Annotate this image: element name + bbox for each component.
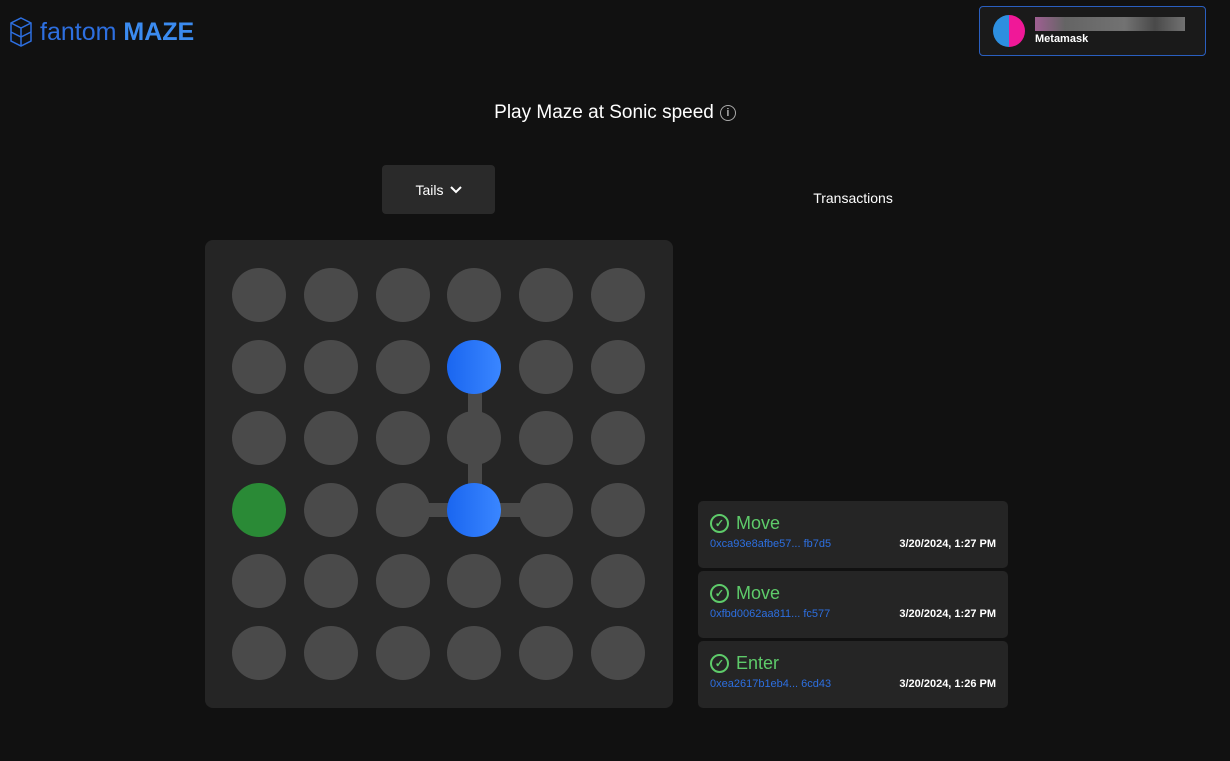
tx-hash-link[interactable]: 0xfbd0062aa811... fc577 (710, 608, 830, 620)
logo-text: fantom (40, 17, 117, 46)
maze-cell[interactable] (232, 554, 286, 609)
maze-board (205, 240, 673, 708)
maze-cell[interactable] (447, 482, 502, 537)
maze-cell[interactable] (303, 268, 358, 322)
page-title-text: Play Maze at Sonic speed (494, 102, 714, 123)
maze-cell[interactable] (303, 554, 358, 609)
transaction-item[interactable]: ✓ Move 0xfbd0062aa811... fc577 3/20/2024, … (698, 571, 1008, 638)
maze-cell[interactable] (375, 411, 430, 466)
maze-cell[interactable] (591, 339, 645, 394)
maze-cell[interactable] (447, 339, 502, 394)
logo-text-bold: MAZE (123, 17, 195, 46)
maze-cell[interactable] (447, 554, 502, 609)
logo[interactable]: fantom MAZE (8, 16, 194, 48)
maze-cell[interactable] (375, 626, 430, 680)
maze-cell[interactable] (303, 411, 358, 466)
maze-cell[interactable] (519, 626, 574, 680)
maze-cell[interactable] (591, 268, 645, 322)
maze-cell[interactable] (375, 268, 430, 322)
maze-cell[interactable] (232, 268, 286, 322)
fantom-cube-icon (10, 17, 32, 47)
chevron-down-icon (449, 185, 462, 193)
tx-type: Move (736, 583, 781, 603)
tx-type: Enter (736, 653, 780, 673)
transaction-item[interactable]: ✓ Move 0xca93e8afbe57... fb7d5 3/20/2024, … (698, 501, 1008, 568)
tx-type: Move (736, 513, 781, 533)
maze-cell[interactable] (375, 339, 430, 394)
tx-hash-link[interactable]: 0xea2617b1eb4... 6cd43 (710, 678, 831, 690)
maze-cell[interactable] (519, 482, 574, 537)
maze-cell[interactable] (303, 626, 358, 680)
tx-time: 3/20/2024, 1:27 PM (899, 538, 996, 550)
tx-time: 3/20/2024, 1:26 PM (899, 678, 996, 690)
transactions-title: Transactions (813, 190, 893, 206)
maze-cell[interactable] (447, 411, 502, 466)
tx-time: 3/20/2024, 1:27 PM (899, 608, 996, 620)
maze-cell[interactable] (232, 411, 286, 466)
maze-cell[interactable] (303, 482, 358, 537)
maze-cell[interactable] (591, 626, 645, 680)
maze-cell[interactable] (232, 339, 286, 394)
maze-cell[interactable] (375, 554, 430, 609)
maze-cell[interactable] (591, 482, 645, 537)
maze-cell[interactable] (375, 482, 430, 537)
maze-cell[interactable] (447, 268, 502, 322)
maze-cell[interactable] (591, 411, 645, 466)
maze-cell[interactable] (519, 268, 574, 322)
side-select[interactable]: Tails (382, 165, 495, 214)
check-circle-icon: ✓ (710, 654, 729, 673)
maze-cell[interactable] (519, 411, 574, 466)
tx-hash-link[interactable]: 0xca93e8afbe57... fb7d5 (710, 538, 831, 550)
avatar (993, 15, 1025, 47)
page-title: Play Maze at Sonic speed i (0, 102, 1230, 124)
wallet-button[interactable]: Metamask (979, 6, 1206, 56)
check-circle-icon: ✓ (710, 584, 729, 603)
maze-cell[interactable] (303, 339, 358, 394)
maze-cell[interactable] (519, 554, 574, 609)
maze-cell[interactable] (519, 339, 574, 394)
maze-cell[interactable] (232, 482, 286, 537)
transaction-item[interactable]: ✓ Enter 0xea2617b1eb4... 6cd43 3/20/2024, … (698, 641, 1008, 708)
maze-cell[interactable] (447, 626, 502, 680)
maze-cell[interactable] (591, 554, 645, 609)
check-circle-icon: ✓ (710, 514, 729, 533)
wallet-name: Metamask (1035, 33, 1089, 45)
info-icon[interactable]: i (719, 105, 736, 121)
select-value: Tails (415, 181, 444, 198)
maze-cell[interactable] (232, 626, 286, 680)
wallet-address-redacted (1035, 17, 1185, 31)
